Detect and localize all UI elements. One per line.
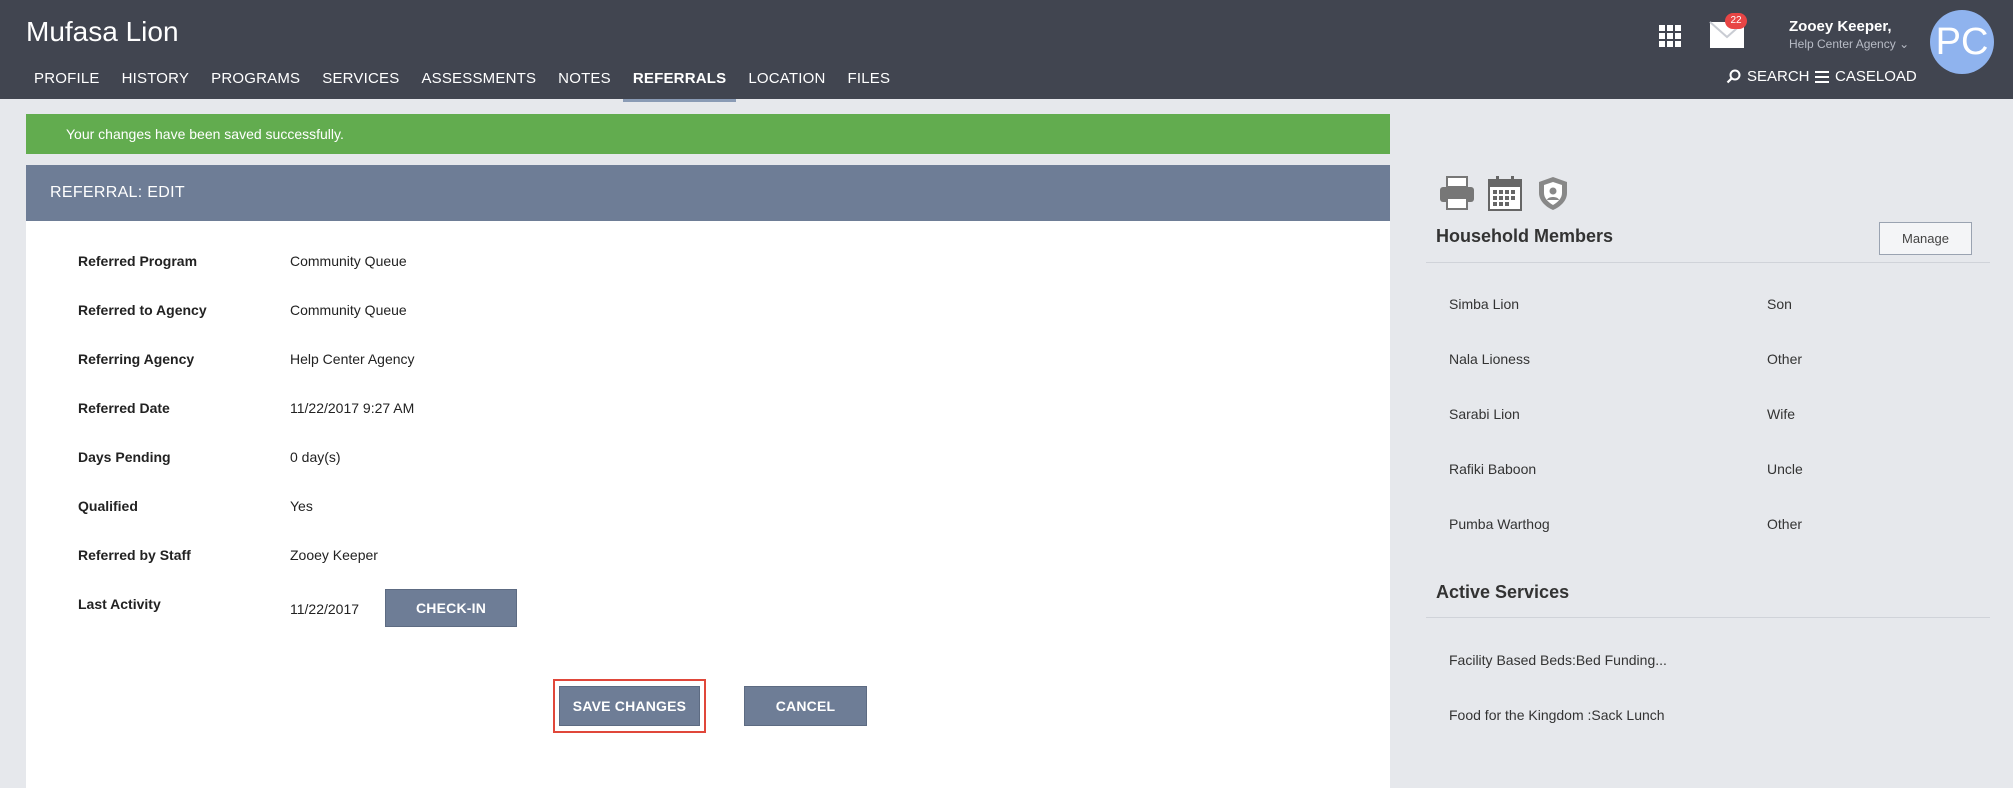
field-row: 11/22/2017 — [290, 599, 359, 619]
divider — [1426, 262, 1990, 263]
field-value: Yes — [290, 498, 313, 514]
household-members-title: Household Members — [1436, 226, 1614, 246]
field-label: Qualified — [78, 498, 138, 514]
search-label: SEARCH — [1747, 68, 1810, 85]
tab-history[interactable]: HISTORY — [112, 62, 200, 102]
top-header: Mufasa Lion PROFILE HISTORY PROGRAMS SER… — [0, 0, 2013, 102]
field-value: Zooey Keeper — [290, 547, 378, 563]
field-label: Referred Date — [78, 400, 170, 416]
field-row: Referred to Agency Community Queue — [78, 300, 407, 320]
member-name: Sarabi Lion — [1449, 406, 1520, 422]
field-label: Referred to Agency — [78, 302, 207, 318]
menu-icon — [1815, 70, 1829, 83]
panel-title: REFERRAL: EDIT — [26, 165, 1390, 221]
field-label: Referring Agency — [78, 351, 195, 367]
field-row: Referred by Staff Zooey Keeper — [78, 545, 378, 565]
agency-dropdown[interactable]: Help Center Agency ⌄ — [1789, 37, 1909, 51]
cancel-button[interactable]: CANCEL — [744, 686, 867, 726]
tab-profile[interactable]: PROFILE — [24, 62, 110, 102]
field-label: Referred Program — [78, 253, 198, 269]
field-row: Last Activity — [78, 594, 290, 614]
client-name: Mufasa Lion — [26, 16, 179, 47]
chevron-down-icon: ⌄ — [1899, 37, 1910, 51]
field-value: Help Center Agency — [290, 351, 415, 367]
user-name: Zooey Keeper, — [1789, 18, 1892, 35]
member-name: Rafiki Baboon — [1449, 461, 1537, 477]
tab-services[interactable]: SERVICES — [312, 62, 409, 102]
field-row: Qualified Yes — [78, 496, 313, 516]
agency-label: Help Center Agency — [1789, 37, 1896, 51]
manage-button[interactable]: Manage — [1879, 222, 1972, 255]
tab-notes[interactable]: NOTES — [548, 62, 621, 102]
referral-panel: REFERRAL: EDIT Referred Program Communit… — [26, 165, 1390, 788]
shield-icon[interactable] — [1534, 174, 1572, 212]
field-value: Community Queue — [290, 253, 407, 269]
avatar[interactable]: PC — [1930, 10, 1994, 74]
member-name: Simba Lion — [1449, 296, 1520, 312]
member-relation: Uncle — [1767, 461, 1803, 477]
field-value: Community Queue — [290, 302, 407, 318]
tab-assessments[interactable]: ASSESSMENTS — [411, 62, 546, 102]
tab-files[interactable]: FILES — [838, 62, 901, 102]
field-row: Referring Agency Help Center Agency — [78, 349, 415, 369]
tab-programs[interactable]: PROGRAMS — [201, 62, 310, 102]
field-row: Days Pending 0 day(s) — [78, 447, 341, 467]
list-item[interactable]: Rafiki Baboon Uncle — [1449, 461, 1969, 477]
print-icon[interactable] — [1438, 174, 1476, 212]
field-value: 11/22/2017 9:27 AM — [290, 400, 415, 416]
tab-referrals[interactable]: REFERRALS — [622, 62, 737, 102]
list-item[interactable]: Pumba Warthog Other — [1449, 516, 1969, 532]
caseload-label: CASELOAD — [1835, 68, 1917, 85]
member-name: Nala Lioness — [1449, 351, 1530, 367]
search-icon — [1726, 69, 1741, 84]
divider — [1426, 617, 1990, 618]
member-relation: Son — [1767, 296, 1792, 312]
caseload-link[interactable]: CASELOAD — [1815, 68, 1917, 85]
field-value: 0 day(s) — [290, 449, 341, 465]
list-item[interactable]: Simba Lion Son — [1449, 296, 1969, 312]
field-row: Referred Date 11/22/2017 9:27 AM — [78, 398, 414, 418]
last-activity-value: 11/22/2017 — [290, 601, 360, 617]
member-relation: Wife — [1767, 406, 1795, 422]
apps-grid-icon[interactable] — [1659, 25, 1681, 47]
active-services-title: Active Services — [1436, 582, 1570, 602]
tab-location[interactable]: LOCATION — [738, 62, 835, 102]
list-item[interactable]: Nala Lioness Other — [1449, 351, 1969, 367]
field-label: Last Activity — [78, 596, 161, 612]
service-item[interactable]: Food for the Kingdom :Sack Lunch — [1449, 707, 1665, 723]
check-in-button[interactable]: CHECK-IN — [385, 589, 517, 627]
list-item[interactable]: Sarabi Lion Wife — [1449, 406, 1969, 422]
save-changes-button[interactable]: SAVE CHANGES — [559, 686, 700, 726]
member-relation: Other — [1767, 516, 1803, 532]
calendar-icon[interactable] — [1486, 174, 1524, 212]
field-label: Days Pending — [78, 449, 171, 465]
success-banner: Your changes have been saved successfull… — [26, 114, 1390, 154]
service-item[interactable]: Facility Based Beds:Bed Funding... — [1449, 652, 1667, 668]
field-label: Referred by Staff — [78, 547, 191, 563]
member-relation: Other — [1767, 351, 1803, 367]
search-link[interactable]: SEARCH — [1726, 68, 1810, 85]
toolbar-icons — [1438, 174, 1572, 212]
member-name: Pumba Warthog — [1449, 516, 1550, 532]
field-row: Referred Program Community Queue — [78, 251, 407, 271]
mail-count-badge: 22 — [1725, 13, 1747, 29]
main-nav: PROFILE HISTORY PROGRAMS SERVICES ASSESS… — [24, 62, 902, 102]
